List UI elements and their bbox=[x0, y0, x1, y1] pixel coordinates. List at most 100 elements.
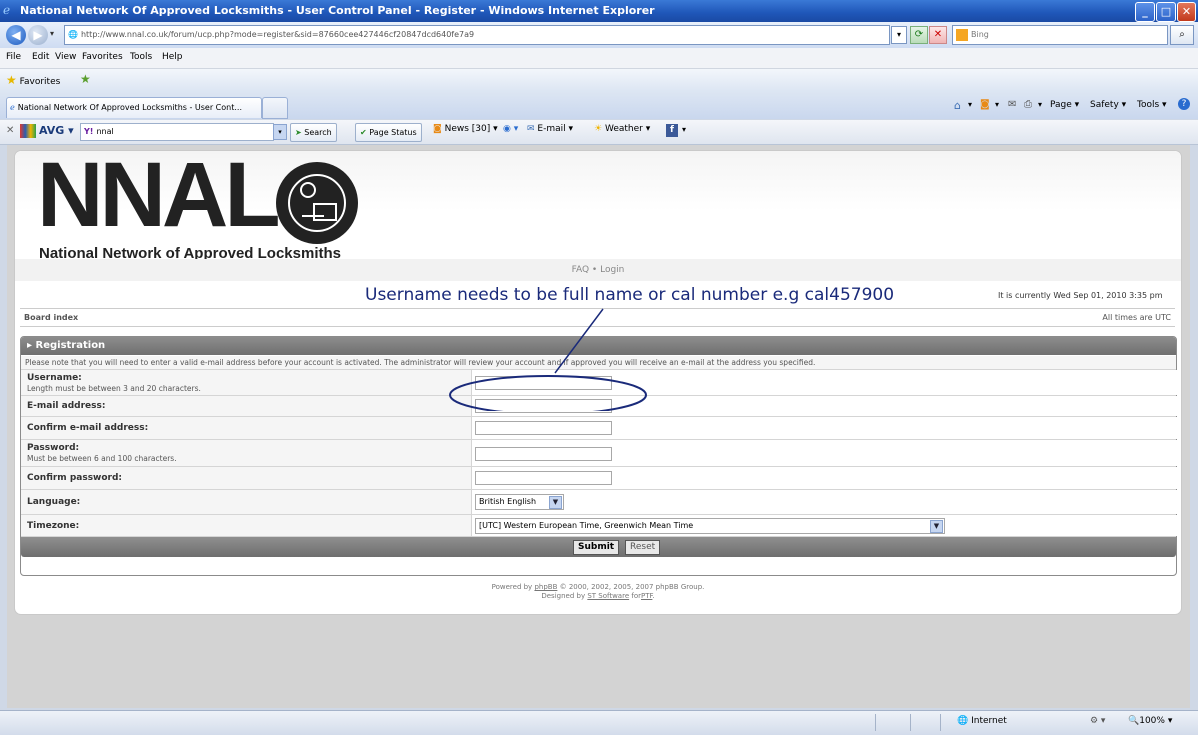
zoom-control[interactable]: 🔍100% ▾ bbox=[1128, 716, 1172, 726]
tab-label: National Network Of Approved Locksmiths … bbox=[17, 103, 242, 112]
help-icon[interactable]: ? bbox=[1178, 98, 1190, 110]
menu-file[interactable]: File bbox=[6, 52, 21, 62]
close-button[interactable]: ✕ bbox=[1177, 2, 1196, 22]
avg-search-button[interactable]: ➤ Search bbox=[290, 123, 337, 142]
recent-pages-dropdown-icon[interactable]: ▾ bbox=[50, 29, 54, 38]
print-icon[interactable]: ⎙ bbox=[1024, 99, 1032, 110]
password-label: Password: bbox=[27, 443, 80, 453]
submit-button[interactable]: Submit bbox=[573, 540, 620, 555]
status-bar: 🌐 Internet ⚙ ▾ 🔍100% ▾ bbox=[0, 710, 1198, 735]
timezone-label: Timezone: bbox=[27, 521, 80, 531]
weather-sun-icon: ☀ bbox=[594, 124, 603, 134]
avg-search-value: nnal bbox=[96, 127, 114, 136]
designed-end: . bbox=[652, 592, 655, 600]
feeds-dropdown-icon[interactable]: ▾ bbox=[995, 100, 999, 109]
ie-logo-icon: ℯ bbox=[3, 3, 11, 17]
powered-prefix: Powered by bbox=[491, 583, 533, 591]
menu-view[interactable]: View bbox=[55, 52, 76, 62]
facebook-icon[interactable]: f bbox=[666, 124, 678, 137]
search-arrow-icon: ➤ bbox=[295, 128, 302, 137]
home-icon[interactable]: ⌂ bbox=[954, 99, 961, 112]
phpbb-link[interactable]: phpBB bbox=[534, 583, 557, 591]
confirm-email-cell bbox=[471, 417, 1177, 439]
page-menu[interactable]: Page ▾ bbox=[1050, 100, 1079, 110]
search-engine-input[interactable]: Bing bbox=[952, 25, 1168, 45]
powered-line: Powered by phpBB © 2000, 2002, 2005, 200… bbox=[15, 583, 1181, 592]
forward-button[interactable]: ▶ bbox=[28, 25, 48, 45]
window-title: National Network Of Approved Locksmiths … bbox=[20, 4, 655, 17]
zoom-icon: 🔍 bbox=[1128, 716, 1140, 726]
form-button-bar: Submit Reset bbox=[21, 537, 1176, 557]
tab-bar: ℯ National Network Of Approved Locksmiths… bbox=[0, 91, 1198, 119]
page-status-label: Page Status bbox=[369, 128, 417, 137]
tab-ie-icon: ℯ bbox=[10, 103, 15, 112]
new-tab-button[interactable] bbox=[262, 97, 288, 119]
favorites-star-icon: ★ bbox=[6, 73, 17, 87]
email-button[interactable]: ✉ E-mail ▾ bbox=[527, 124, 573, 134]
menu-bar: File Edit View Favorites Tools Help bbox=[0, 48, 1198, 69]
page-status-button[interactable]: ✔ Page Status bbox=[355, 123, 422, 142]
print-dropdown-icon[interactable]: ▾ bbox=[1038, 100, 1042, 109]
browser-viewport[interactable]: NNAL National Network of Approved Locksm… bbox=[7, 145, 1190, 708]
menu-favorites[interactable]: Favorites bbox=[82, 52, 123, 62]
refresh-icon[interactable]: ⟳ bbox=[910, 26, 928, 44]
status-divider bbox=[875, 714, 876, 731]
reset-button[interactable]: Reset bbox=[625, 540, 661, 555]
facebook-dropdown-icon[interactable]: ▾ bbox=[682, 125, 686, 134]
address-input[interactable]: 🌐 http://www.nnal.co.uk/forum/ucp.php?mod… bbox=[64, 25, 890, 45]
close-toolbar-icon[interactable]: ✕ bbox=[6, 125, 14, 136]
designer-link[interactable]: ST Software bbox=[587, 592, 629, 600]
page-container: NNAL National Network of Approved Locksm… bbox=[14, 149, 1182, 615]
mail-icon[interactable]: ✉ bbox=[1008, 99, 1016, 110]
address-url: http://www.nnal.co.uk/forum/ucp.php?mode… bbox=[80, 30, 475, 39]
timezone-value: [UTC] Western European Time, Greenwich M… bbox=[479, 521, 694, 530]
page-status-icon: ✔ bbox=[360, 128, 367, 137]
annotation-overlay bbox=[449, 308, 647, 411]
timezone-cell: [UTC] Western European Time, Greenwich M… bbox=[471, 515, 1177, 536]
address-dropdown-icon[interactable]: ▾ bbox=[891, 26, 907, 44]
timezone-row: Timezone: [UTC] Western European Time, G… bbox=[21, 515, 1177, 537]
confirm-password-cell bbox=[471, 467, 1177, 489]
stop-icon[interactable]: ✕ bbox=[929, 26, 947, 44]
menu-help[interactable]: Help bbox=[162, 52, 183, 62]
yahoo-icon: Y! bbox=[84, 127, 94, 136]
add-favorite-icon[interactable]: ★ bbox=[80, 72, 91, 86]
avg-search-dropdown-icon[interactable]: ▾ bbox=[273, 124, 287, 140]
zoom-value: 100% bbox=[1139, 716, 1165, 726]
designed-line: Designed by ST Software forPTF. bbox=[15, 592, 1181, 601]
weather-button[interactable]: ☀ Weather ▾ bbox=[594, 124, 650, 134]
bing-icon bbox=[956, 28, 968, 41]
security-zone[interactable]: 🌐 Internet bbox=[957, 716, 1007, 726]
confirm-email-field[interactable] bbox=[475, 421, 612, 435]
news-button[interactable]: ◙ News [30] ▾ bbox=[433, 124, 498, 134]
password-field[interactable] bbox=[475, 447, 612, 461]
translate-icon[interactable]: ◉ ▾ bbox=[503, 124, 518, 134]
page-footer: Powered by phpBB © 2000, 2002, 2005, 200… bbox=[15, 583, 1181, 601]
confirm-password-field[interactable] bbox=[475, 471, 612, 485]
menu-edit[interactable]: Edit bbox=[32, 52, 49, 62]
weather-label: Weather ▾ bbox=[604, 124, 651, 134]
zone-label: Internet bbox=[971, 716, 1007, 726]
language-select[interactable]: British English ▼ bbox=[475, 494, 564, 510]
tab-nnal[interactable]: ℯ National Network Of Approved Locksmiths… bbox=[6, 97, 262, 118]
tools-menu[interactable]: Tools ▾ bbox=[1137, 100, 1167, 110]
back-button[interactable]: ◀ bbox=[6, 25, 26, 45]
feeds-icon[interactable]: ◙ bbox=[980, 99, 990, 110]
language-cell: British English ▼ bbox=[471, 490, 1177, 514]
ptf-link[interactable]: PTF bbox=[641, 592, 652, 600]
home-dropdown-icon[interactable]: ▾ bbox=[968, 100, 972, 109]
status-divider bbox=[910, 714, 911, 731]
window-titlebar[interactable]: ℯ National Network Of Approved Locksmith… bbox=[0, 0, 1198, 22]
protected-mode-icon[interactable]: ⚙ ▾ bbox=[1090, 716, 1105, 726]
avg-menu[interactable]: AVG ▾ bbox=[39, 124, 74, 137]
avg-search-input[interactable]: Y! nnal bbox=[80, 123, 274, 141]
safety-menu[interactable]: Safety ▾ bbox=[1090, 100, 1126, 110]
timezone-select[interactable]: [UTC] Western European Time, Greenwich M… bbox=[475, 518, 945, 534]
favorites-button[interactable]: ★ Favorites bbox=[6, 72, 60, 88]
menu-tools[interactable]: Tools bbox=[130, 52, 152, 62]
avg-toolbar: ✕ AVG ▾ Y! nnal ▾ ➤ Search ✔ Page Status … bbox=[0, 120, 1198, 145]
minimize-button[interactable]: _ bbox=[1135, 2, 1155, 22]
maximize-button[interactable]: □ bbox=[1156, 2, 1176, 22]
globe-icon: 🌐 bbox=[957, 716, 969, 726]
search-go-icon[interactable]: ⌕ bbox=[1170, 25, 1194, 45]
